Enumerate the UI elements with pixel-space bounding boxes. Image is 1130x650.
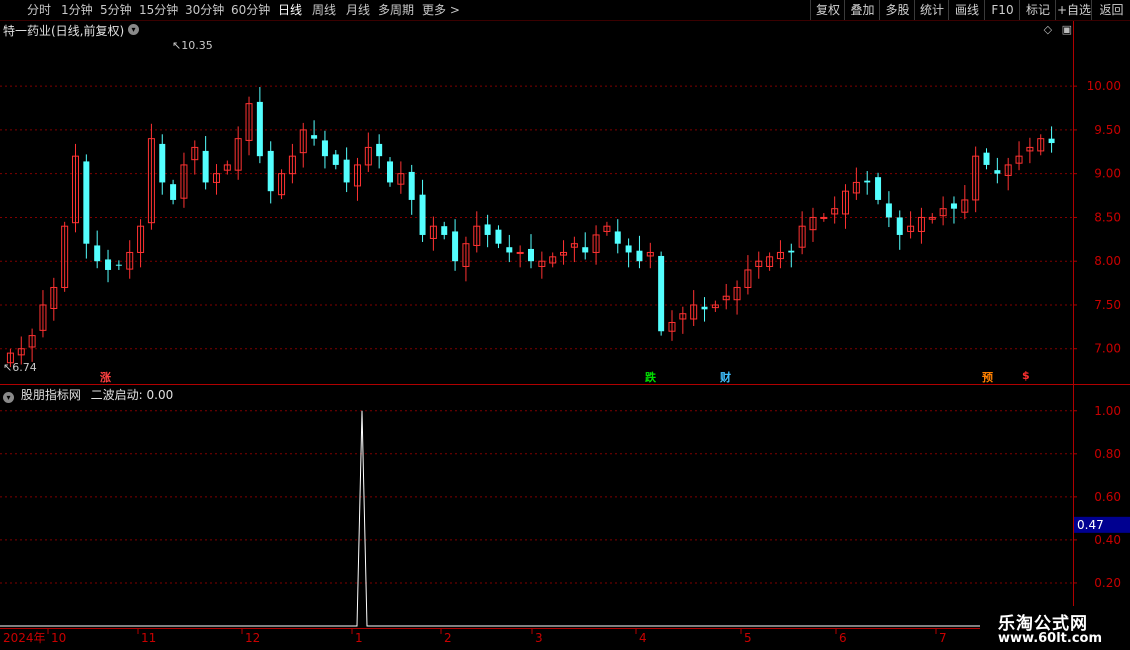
month-label: 12 [245, 631, 260, 645]
price-tick-label: 7.00 [1094, 342, 1121, 356]
month-label: 1 [355, 631, 363, 645]
candle-body [1048, 138, 1055, 144]
chevron-down-icon[interactable]: ▾ [3, 392, 14, 403]
candle-body [614, 231, 621, 244]
candle-body [94, 245, 101, 262]
candle-body [875, 177, 882, 200]
low-price-label: ↖6.74 [3, 361, 37, 374]
candle-body [115, 264, 122, 266]
candle-body [484, 224, 491, 235]
candle-body [788, 250, 795, 253]
candle-body [419, 194, 426, 235]
indicator-line [0, 410, 1072, 627]
candle-body [516, 251, 524, 254]
candle-body [820, 216, 828, 219]
price-tick-label: 8.00 [1094, 254, 1121, 268]
candle-body [105, 259, 112, 270]
price-tick-label: 10.00 [1087, 79, 1121, 93]
candle-body [636, 250, 643, 262]
arrow-icon: ↖ [172, 39, 182, 52]
event-flag-3[interactable]: 预 [982, 369, 993, 385]
candle-body [495, 229, 502, 244]
candle-body [256, 101, 263, 157]
candle-body [343, 159, 350, 183]
month-label: 2 [444, 631, 452, 645]
candle-body [267, 150, 274, 192]
indicator-line-label: 二波启动: 0.00 [90, 388, 174, 402]
year-label: 2024年 [3, 631, 46, 645]
high-price-label: ↖10.35 [172, 39, 213, 52]
indicator-tick-label: 1.00 [1094, 404, 1121, 418]
candle-body [159, 143, 166, 183]
candle-body [625, 245, 632, 253]
indicator-tick-label: 0.60 [1094, 490, 1121, 504]
watermark-url: www.60lt.com [998, 631, 1103, 646]
price-tick-label: 9.00 [1094, 167, 1121, 181]
candle-body [983, 152, 990, 165]
month-label: 10 [51, 631, 66, 645]
candle-body [885, 203, 892, 218]
candle-body [332, 154, 339, 165]
candle-body [170, 184, 177, 200]
indicator-tick-label: 0.40 [1094, 533, 1121, 547]
event-flag-1[interactable]: 跌 [645, 369, 656, 385]
candle-body [701, 306, 708, 310]
candle-body [528, 248, 534, 262]
price-tick-label: 9.50 [1094, 123, 1121, 137]
event-flag-4[interactable]: $ [1022, 369, 1030, 382]
current-value-label: 0.47 [1077, 518, 1104, 532]
watermark: 乐淘公式网 www.60lt.com [980, 606, 1130, 650]
chevron-down-icon[interactable]: ▾ [128, 24, 139, 35]
event-flag-2[interactable]: 财 [720, 369, 731, 385]
candle-body [83, 161, 90, 244]
month-label: 3 [535, 631, 543, 645]
diamond-icon[interactable]: ◇ [1044, 23, 1052, 36]
month-label: 4 [639, 631, 647, 645]
month-label: 6 [839, 631, 847, 645]
kline-chart: 7.00 7.50 8.00 8.50 9.00 9.50 10.00 0.20 0.40 0.6… [0, 21, 1130, 645]
candle-body [950, 203, 957, 209]
indicator-title: 股朋指标网 [20, 388, 81, 402]
arrow-icon: ↖ [3, 361, 13, 374]
price-tick-label: 7.50 [1094, 298, 1121, 312]
month-label: 5 [744, 631, 752, 645]
indicator-tick-label: 0.20 [1094, 576, 1121, 590]
candle-body [441, 226, 448, 235]
price-tick-label: 8.50 [1094, 210, 1121, 224]
candle-body [321, 140, 328, 157]
window-toggle-icon[interactable]: ▣ [1062, 23, 1072, 36]
candle-body [994, 170, 1001, 174]
stock-title: 特一药业(日线,前复权) [3, 24, 125, 38]
candle-body [311, 135, 318, 139]
main-panel-header: 特一药业(日线,前复权) ▾ [0, 21, 1072, 39]
candle-body [658, 255, 665, 332]
event-flag-0[interactable]: 涨 [100, 369, 111, 385]
candle-body [376, 143, 383, 157]
candle-body [452, 231, 459, 262]
candle-body [202, 150, 209, 183]
month-label: 7 [939, 631, 947, 645]
candle-body [387, 161, 394, 183]
indicator-tick-label: 0.80 [1094, 447, 1121, 461]
indicator-header: ▾ 股朋指标网 二波启动: 0.00 [0, 386, 174, 403]
candle-body [582, 247, 589, 253]
month-label: 11 [141, 631, 156, 645]
panel-icons: ◇ ▣ [1044, 23, 1072, 36]
candle-body [864, 180, 871, 183]
candle-body [506, 247, 513, 253]
candle-body [408, 171, 415, 200]
candle-body [896, 217, 903, 235]
